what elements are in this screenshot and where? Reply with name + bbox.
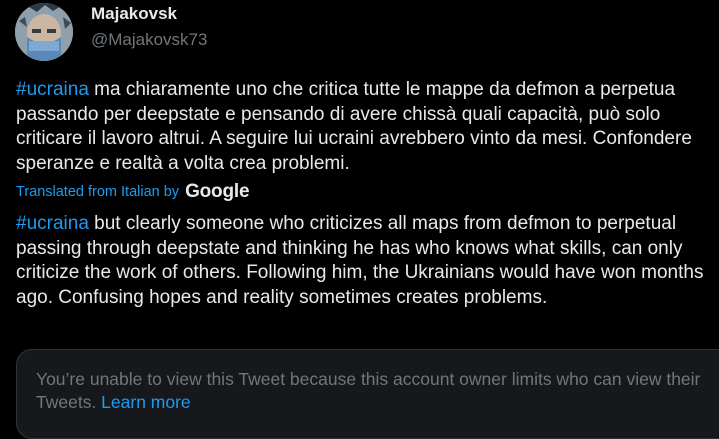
tweet-author: Majakovsk @Majakovsk73 — [91, 4, 207, 51]
tweet-original-text: #ucraina ma chiaramente uno che critica … — [16, 78, 716, 176]
author-display-name[interactable]: Majakovsk — [91, 4, 207, 24]
translation-label[interactable]: Translated from Italian by — [16, 184, 179, 200]
google-logo-icon: Google — [185, 181, 250, 202]
hashtag-link[interactable]: #ucraina — [16, 79, 89, 100]
avatar[interactable] — [15, 3, 73, 61]
author-handle[interactable]: @Majakovsk73 — [91, 29, 207, 51]
tweet-translated-body: but clearly someone who criticizes all m… — [16, 213, 704, 308]
learn-more-link[interactable]: Learn more — [101, 392, 191, 412]
tweet-original-body: ma chiaramente uno che critica tutte le … — [16, 79, 692, 174]
restricted-tweet-notice: You’re unable to view this Tweet because… — [16, 349, 719, 439]
tweet-translated-text: #ucraina but clearly someone who critici… — [16, 212, 716, 310]
restricted-tweet-message: You’re unable to view this Tweet because… — [36, 368, 716, 414]
avatar-image — [15, 3, 73, 61]
translation-attribution: Translated from Italian by Google — [16, 181, 250, 203]
hashtag-link-translated[interactable]: #ucraina — [16, 213, 89, 234]
